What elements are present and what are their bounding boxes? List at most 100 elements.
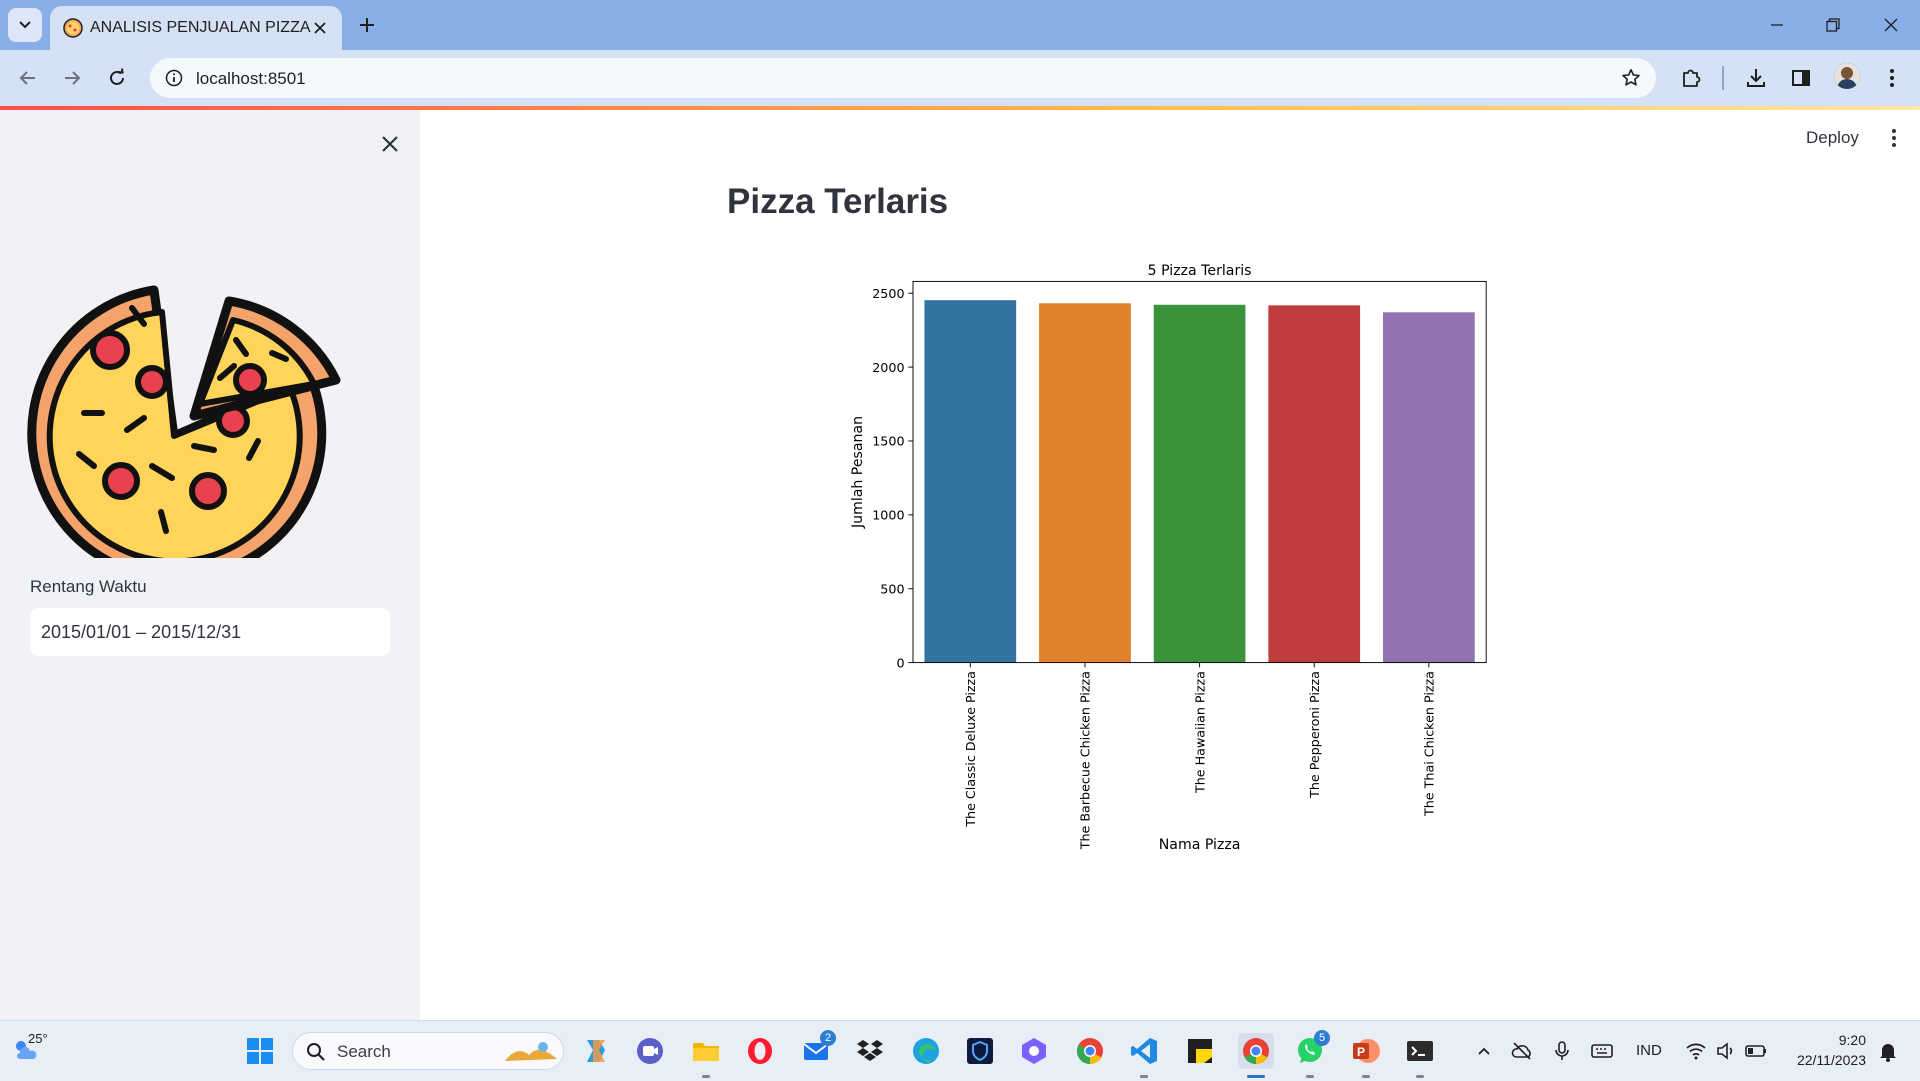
toolbar-divider [1722,66,1724,90]
x-axis-label: Nama Pizza [1159,837,1241,853]
clock-time[interactable]: 9:20 [1839,1032,1866,1048]
taskbar-app-chrome-profile[interactable] [1238,1033,1274,1069]
weather-temperature: 25° [28,1031,48,1046]
pizza-favicon-icon [63,18,83,38]
address-bar[interactable]: localhost:8501 [150,58,1656,98]
sidebar: Rentang Waktu 2015/01/01 – 2015/12/31 [0,110,420,1020]
browser-toolbar: localhost:8501 [0,50,1920,106]
chart-bar [1383,312,1475,663]
search-icon [307,1043,325,1061]
folder-icon [693,1043,719,1061]
mail-badge: 2 [820,1030,836,1046]
profile-avatar-icon [1834,63,1860,89]
restore-button[interactable] [1810,5,1856,45]
active-app-indicator [1247,1075,1265,1078]
x-tick-label: The Barbecue Chicken Pizza [1078,671,1093,850]
url-text: localhost:8501 [196,69,306,88]
bar-chart: 5 Pizza Terlaris Jumlah Pesanan Nama Piz… [850,263,1487,853]
onedrive-tray-icon[interactable] [1504,1033,1540,1069]
taskbar-app-edge[interactable] [908,1033,944,1069]
taskbar-app-chrome[interactable] [1072,1033,1108,1069]
y-tick-label: 1500 [872,434,904,449]
x-tick-label: The Hawaiian Pizza [1192,671,1207,794]
bell-icon [1880,1044,1896,1062]
collapse-sidebar-button[interactable] [376,130,404,158]
chart-bar [924,300,1017,663]
keyboard-tray-icon[interactable] [1584,1033,1620,1069]
tab-search-button[interactable] [8,8,42,42]
dropbox-icon [857,1040,883,1061]
taskbar-search[interactable]: Search [292,1032,564,1070]
date-range-input[interactable]: 2015/01/01 – 2015/12/31 [30,608,390,656]
taskbar-app-sticky-notes[interactable] [1182,1033,1218,1069]
arrow-right-icon [65,71,81,85]
running-indicator [702,1075,710,1078]
close-tab-icon[interactable] [308,16,332,40]
reload-button[interactable] [101,62,133,94]
taskbar-app-opera[interactable] [742,1033,778,1069]
whatsapp-badge: 5 [1314,1030,1330,1046]
close-window-button[interactable] [1868,5,1914,45]
copilot-icon [587,1040,605,1062]
back-button[interactable] [12,62,44,94]
search-highlight-image [505,1042,557,1061]
windows-logo-icon [247,1038,273,1064]
page-title: Pizza Terlaris [727,182,949,221]
vscode-icon [1131,1038,1157,1064]
arrow-left-icon [19,71,35,85]
edge-icon [913,1038,939,1064]
app-menu-button[interactable] [1880,124,1908,152]
date-range-label: Rentang Waktu [30,577,147,596]
downloads-button[interactable] [1740,62,1772,94]
chart-title: 5 Pizza Terlaris [1148,263,1252,279]
svg-text:P: P [1357,1045,1365,1059]
chrome-icon [1243,1038,1269,1065]
new-tab-button[interactable] [352,10,382,40]
y-tick-label: 2000 [872,360,904,375]
notifications-button[interactable] [1870,1033,1906,1069]
taskbar-app-dropbox[interactable] [852,1033,888,1069]
chart-bar [1268,305,1361,663]
profile-avatar[interactable] [1834,63,1860,89]
language-indicator[interactable]: IND [1636,1042,1662,1059]
clock-date[interactable]: 22/11/2023 [1797,1052,1866,1068]
y-tick-label: 2500 [872,286,904,301]
y-tick-label: 1000 [872,508,904,523]
y-tick-label: 500 [880,581,904,596]
taskbar-app-file-explorer[interactable] [688,1033,724,1069]
browser-tab[interactable]: ANALISIS PENJUALAN PIZZA [50,6,342,50]
running-indicator [1416,1075,1424,1078]
minimize-icon [1771,24,1783,26]
download-icon [1747,69,1765,87]
chevron-up-icon [1478,1047,1490,1055]
taskbar-app-copilot[interactable] [578,1033,614,1069]
close-icon [1884,18,1898,32]
taskbar-app-vpn[interactable] [962,1033,998,1069]
side-panel-button[interactable] [1785,62,1817,94]
extensions-button[interactable] [1675,62,1707,94]
taskbar-app-terminal[interactable] [1402,1033,1438,1069]
chrome-menu-button[interactable] [1876,62,1908,94]
terminal-icon [1407,1041,1433,1061]
show-hidden-icons-button[interactable] [1466,1033,1502,1069]
minimize-button[interactable] [1754,5,1800,45]
hexagon-app-icon [1022,1038,1046,1064]
site-info-icon[interactable] [162,66,186,90]
taskbar-app-hub[interactable] [1016,1033,1052,1069]
taskbar-app-vscode[interactable] [1126,1033,1162,1069]
puzzle-icon [1683,69,1701,87]
forward-button[interactable] [56,62,88,94]
deploy-button[interactable]: Deploy [1806,128,1859,148]
powerpoint-icon: P [1353,1039,1380,1063]
start-button[interactable] [242,1033,278,1069]
taskbar-app-powerpoint[interactable]: P [1348,1033,1384,1069]
opera-icon [748,1038,772,1064]
shield-app-icon [967,1038,993,1064]
taskbar-app-teams[interactable] [632,1033,668,1069]
chrome-icon [1076,1038,1103,1065]
bookmark-star-icon[interactable] [1618,65,1644,91]
battery-tray-icon[interactable] [1738,1033,1774,1069]
pizza-logo-image [27,285,341,558]
microphone-tray-icon[interactable] [1544,1033,1580,1069]
main-content: Deploy Pizza Terlaris 5 Pizza Terlaris J… [420,110,1920,1020]
